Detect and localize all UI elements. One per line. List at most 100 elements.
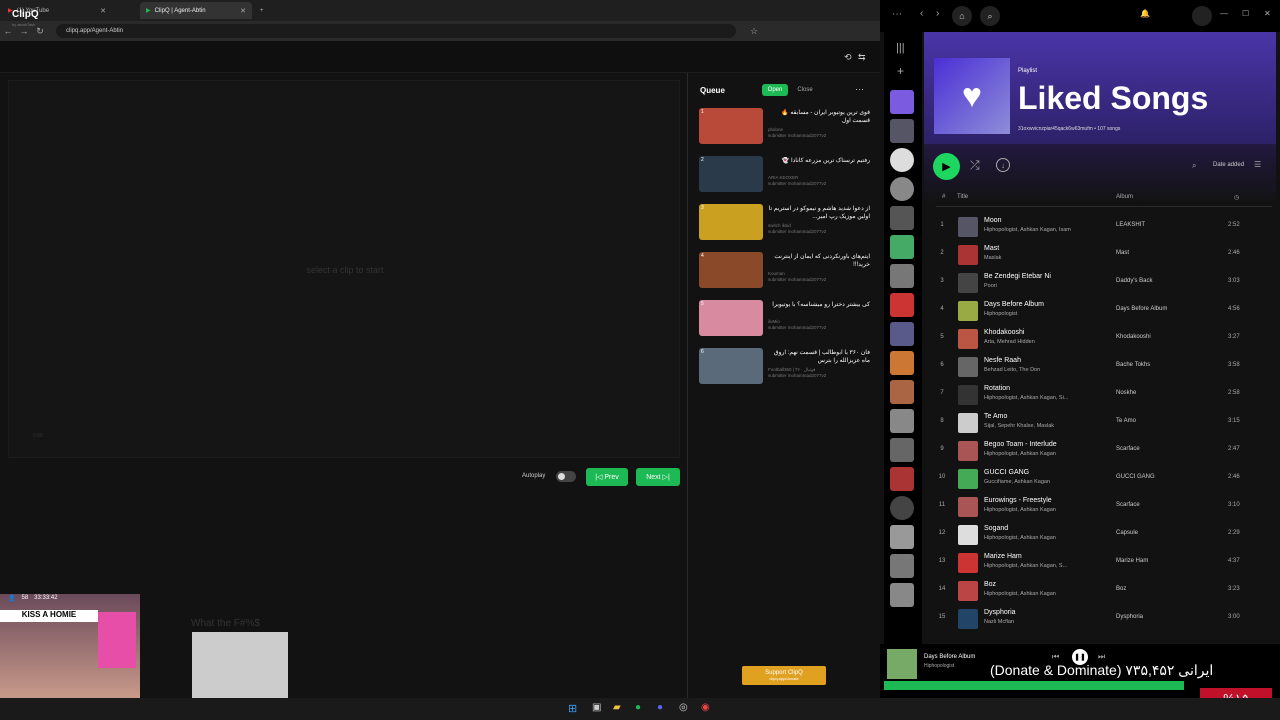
chrome-icon[interactable]: ◉ [701,702,710,713]
search-icon[interactable]: ⌕ [1192,161,1196,171]
sidebar-playlist-item[interactable] [890,206,914,230]
track-title[interactable]: Moon [984,217,1002,224]
back-icon[interactable]: ‹ [920,8,923,19]
queue-item[interactable]: 6 فان ۳۶۰ با ابوطالب | قسمت نهم: آروق ما… [699,348,871,388]
track-album[interactable]: Dysphoria [1116,614,1143,620]
track-row[interactable]: 5 Khodakooshi Arta, Mehrad Hidden Khodak… [936,325,1272,353]
track-row[interactable]: 4 Days Before Album Hiphopologist Days B… [936,297,1272,325]
track-title[interactable]: Begoo Toam - Interlude [984,441,1057,448]
track-album[interactable]: Noskhe [1116,390,1136,396]
next-button[interactable]: Next ▷| [636,468,680,486]
maximize-icon[interactable]: ☐ [1242,9,1249,18]
more-icon[interactable]: ⋯ [855,84,864,95]
minimize-icon[interactable]: — [1220,9,1228,18]
track-artist[interactable]: Hiphopologist, Ashkan Kagan [984,535,1056,541]
track-title[interactable]: Mast [984,245,999,252]
new-tab-button[interactable]: + [254,2,270,19]
track-album[interactable]: Te Amo [1116,418,1136,424]
sidebar-playlist-item[interactable] [890,322,914,346]
track-title[interactable]: Nesfe Raah [984,357,1021,364]
track-artist[interactable]: Hiphopologist, Ashkan Kagan, Si... [984,395,1068,401]
queue-item[interactable]: 3 از دعوا شدید هاشم و نیموکو در استریم ت… [699,204,871,244]
sidebar-playlist-item[interactable] [890,380,914,404]
track-row[interactable]: 13 Marize Ham Hiphopologist, Ashkan Kaga… [936,549,1272,577]
track-title[interactable]: GUCCI GANG [984,469,1029,476]
sidebar-playlist-item[interactable] [890,525,914,549]
queue-item[interactable]: 4 آیتم‌های باورنکردنی که ایمان از اینترن… [699,252,871,292]
reload-icon[interactable]: ↻ [32,26,48,37]
previous-icon[interactable]: ⏮ [1052,652,1059,662]
menu-icon[interactable]: ⋯ [892,9,902,20]
sidebar-playlist-item[interactable] [890,496,914,520]
track-row[interactable]: 12 Sogand Hiphopologist, Ashkan Kagan Ca… [936,521,1272,549]
track-row[interactable]: 10 GUCCI GANG Guccifiame, Ashkan Kagan G… [936,465,1272,493]
history-icon[interactable]: ⟲ [844,52,852,63]
queue-open-button[interactable]: Open [762,84,788,96]
track-title[interactable]: Khodakooshi [984,329,1024,336]
back-icon[interactable]: ← [0,26,16,36]
track-artist[interactable]: Arta, Mehrad Hidden [984,339,1035,345]
track-title[interactable]: Te Amo [984,413,1007,420]
folder-icon[interactable]: ▰ [613,702,621,713]
track-row[interactable]: 15 Dysphoria Nazli Mcflan Dysphoria 3:00 [936,605,1272,633]
sidebar-playlist-item[interactable] [890,90,914,114]
track-album[interactable]: Days Before Album [1116,306,1167,312]
tab-clipq[interactable]: ▶ ClipQ | Agent-Abtin ✕ [140,2,252,19]
now-playing-title[interactable]: Days Before Album [924,654,975,660]
track-artist[interactable]: Hiphopologist, Ashkan Kagan [984,591,1056,597]
track-artist[interactable]: Behzad Leito, The Don [984,367,1040,373]
track-artist[interactable]: Hiphopologist, Ashkan Kagan [984,451,1056,457]
play-button[interactable]: ▶ [933,153,960,180]
spotify-icon[interactable]: ● [635,702,641,713]
now-playing-artist[interactable]: Hiphopologist [924,663,954,669]
track-album[interactable]: LEAKSHIT [1116,222,1145,228]
track-artist[interactable]: Hiphopologist, Ashkan Kagan [984,507,1056,513]
track-title[interactable]: Boz [984,581,996,588]
search-icon[interactable]: ⌕ [980,6,1000,26]
track-artist[interactable]: Poori [984,283,997,289]
taskview-icon[interactable]: ▣ [592,702,601,713]
skip-icon[interactable]: ⏭ [1098,652,1105,662]
star-icon[interactable]: ☆ [746,26,762,37]
sidebar-playlist-item[interactable] [890,264,914,288]
close-icon[interactable]: ✕ [240,7,246,15]
track-artist[interactable]: Hiphopologist, Ashkan Kagan, S... [984,563,1067,569]
support-button[interactable]: Support ClipQ clipq.app/donate [742,666,826,685]
track-album[interactable]: Mast [1116,250,1129,256]
bell-icon[interactable]: 🔔 [1140,9,1150,18]
track-row[interactable]: 9 Begoo Toam - Interlude Hiphopologist, … [936,437,1272,465]
track-album[interactable]: Marize Ham [1116,558,1148,564]
sidebar-playlist-item[interactable] [890,438,914,462]
sidebar-playlist-item[interactable] [890,235,914,259]
track-row[interactable]: 8 Te Amo Sijal, Sepehr Khalse, Maslak Te… [936,409,1272,437]
track-title[interactable]: Sogand [984,525,1008,532]
sidebar-playlist-item[interactable] [890,177,914,201]
home-icon[interactable]: ⌂ [952,6,972,26]
track-title[interactable]: Eurowings - Freestyle [984,497,1052,504]
sidebar-playlist-item[interactable] [890,583,914,607]
track-row[interactable]: 1 Moon Hiphopologist, Ashkan Kagan, Isam… [936,213,1272,241]
list-icon[interactable]: ☰ [1254,160,1261,169]
discord-icon[interactable]: ● [657,702,663,713]
sidebar-playlist-item[interactable] [890,148,914,172]
sidebar-playlist-item[interactable] [890,119,914,143]
sidebar-playlist-item[interactable] [890,467,914,491]
track-album[interactable]: Scarface [1116,502,1140,508]
autoplay-toggle[interactable] [556,471,576,482]
track-album[interactable]: Boz [1116,586,1126,592]
sidebar-playlist-item[interactable] [890,293,914,317]
library-icon[interactable]: ||| [896,42,905,54]
shuffle-icon[interactable]: ⤮ [970,158,980,173]
track-title[interactable]: Be Zendegi Etebar Ni [984,273,1051,280]
queue-item[interactable]: 5 کی بیشتر دخترا رو میشناسه؟ با یوتیوبرا… [699,300,871,340]
track-album[interactable]: Bache Tokhs [1116,362,1150,368]
video-player[interactable]: select a clip to start 0:00 [8,80,680,458]
sidebar-playlist-item[interactable] [890,409,914,433]
track-row[interactable]: 11 Eurowings - Freestyle Hiphopologist, … [936,493,1272,521]
track-artist[interactable]: Nazli Mcflan [984,619,1014,625]
avatar[interactable] [1192,6,1212,26]
track-title[interactable]: Dysphoria [984,609,1016,616]
prev-button[interactable]: |◁ Prev [586,468,628,486]
sidebar-playlist-item[interactable] [890,554,914,578]
settings-icon[interactable]: ⇆ [858,52,866,63]
